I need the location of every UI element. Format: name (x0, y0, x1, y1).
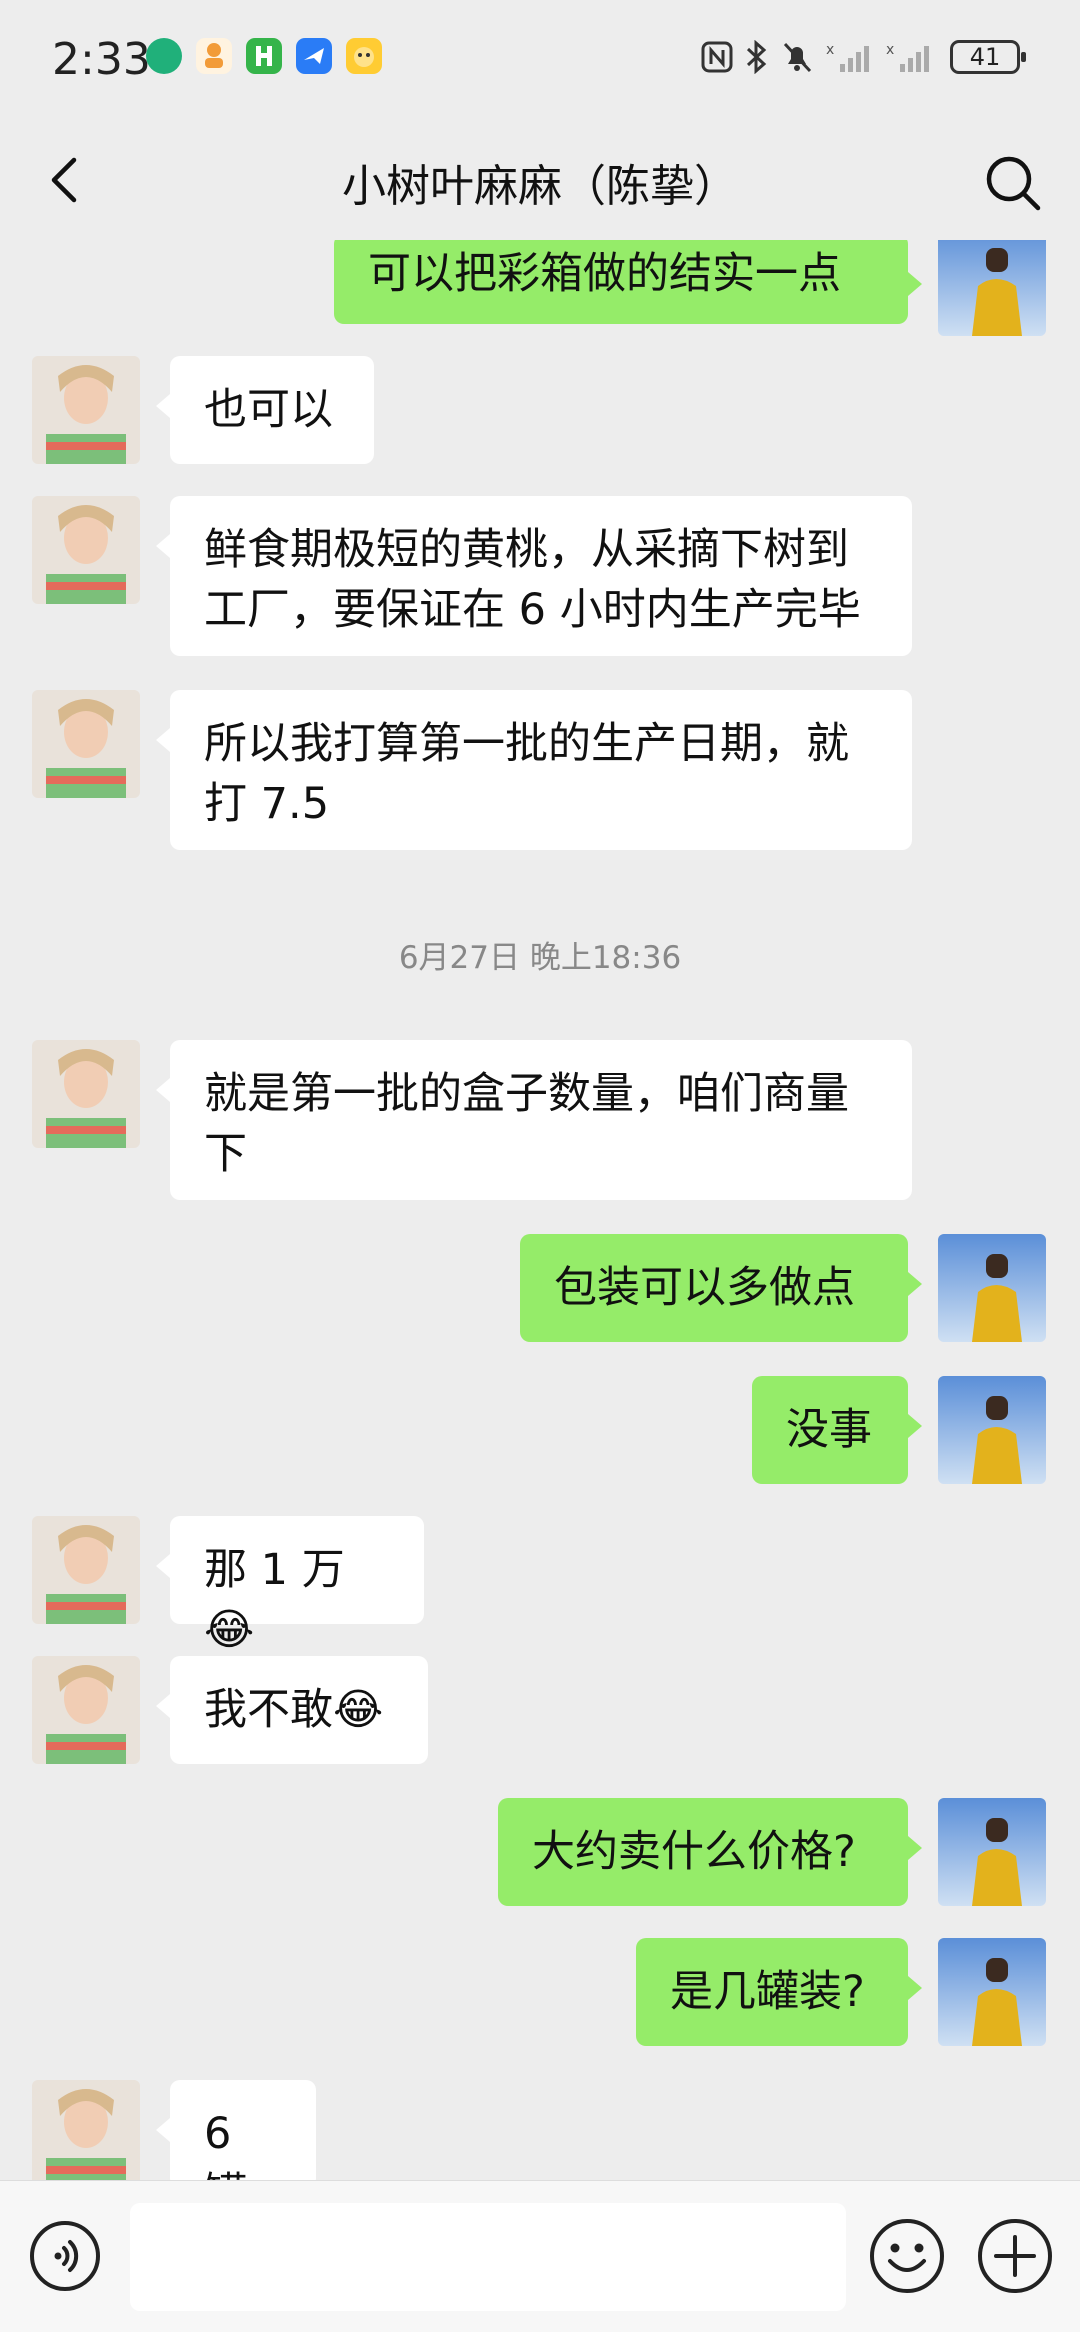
flight-app-icon (296, 38, 332, 74)
incoming-message[interactable]: 也可以 (156, 356, 374, 464)
incoming-message[interactable]: 我不敢😂 (156, 1656, 428, 1764)
app-notification-icon (196, 38, 232, 74)
contact-avatar[interactable] (32, 1040, 140, 1148)
signal-icon: x (826, 42, 869, 72)
my-avatar[interactable] (938, 1376, 1046, 1484)
nfc-icon (701, 41, 733, 73)
message-text: 可以把彩箱做的结实一点 (368, 249, 841, 299)
my-avatar[interactable] (938, 1938, 1046, 2046)
svg-text:x: x (826, 42, 834, 58)
battery-indicator: 41 (950, 40, 1026, 74)
chat-header: 小树叶麻麻（陈挚） (0, 120, 1080, 240)
message-timestamp: 6月27日 晚上18:36 (398, 940, 682, 976)
message-input[interactable] (130, 2203, 846, 2311)
message-text: 没事 (786, 1405, 872, 1455)
message-list[interactable]: 可以把彩箱做的结实一点 也可以 鲜食期极短的黄桃，从采摘下树到工厂，要保证在 6… (0, 240, 1080, 2180)
message-text: 就是第一批的盒子数量，咱们商量下 (204, 1069, 849, 1179)
incoming-message[interactable]: 鲜食期极短的黄桃，从采摘下树到工厂，要保证在 6 小时内生产完毕 (156, 496, 912, 656)
contact-avatar[interactable] (32, 496, 140, 604)
message-text: 6 罐 (204, 2109, 247, 2180)
incoming-message[interactable]: 6 罐 (156, 2080, 316, 2180)
message-text: 那 1 万😂 (204, 1545, 345, 1655)
my-avatar[interactable] (938, 1798, 1046, 1906)
message-text: 也可以 (204, 385, 333, 435)
message-text: 大约卖什么价格? (532, 1827, 856, 1877)
message-text: 是几罐装? (670, 1967, 865, 2017)
incoming-message[interactable]: 那 1 万😂 (156, 1516, 424, 1655)
input-bar (0, 2180, 1080, 2332)
contact-avatar[interactable] (32, 356, 140, 464)
message-text: 我不敢😂 (204, 1685, 384, 1735)
outgoing-message[interactable]: 包装可以多做点 (520, 1234, 922, 1342)
plus-icon[interactable] (976, 2217, 1054, 2295)
contact-avatar[interactable] (32, 690, 140, 798)
incoming-message[interactable]: 就是第一批的盒子数量，咱们商量下 (156, 1040, 912, 1200)
status-bar: 2:33 x x 41 (0, 0, 1080, 120)
outgoing-message[interactable]: 可以把彩箱做的结实一点 (334, 240, 922, 324)
message-text: 包装可以多做点 (554, 1263, 855, 1313)
emoji-icon[interactable] (868, 2217, 946, 2295)
my-avatar[interactable] (938, 1234, 1046, 1342)
contact-avatar[interactable] (32, 1656, 140, 1764)
signal-icon: x (886, 42, 929, 72)
voice-icon[interactable] (28, 2219, 102, 2293)
mute-bell-icon (783, 42, 812, 73)
search-icon[interactable] (980, 150, 1046, 216)
incoming-message[interactable]: 所以我打算第一批的生产日期，就打 7.5 (156, 690, 912, 850)
contact-avatar[interactable] (32, 1516, 140, 1624)
bluetooth-icon (746, 40, 767, 74)
contact-avatar[interactable] (32, 2080, 140, 2180)
my-avatar[interactable] (938, 240, 1046, 336)
app-notification-icon (146, 38, 182, 74)
svg-text:x: x (886, 42, 894, 58)
outgoing-message[interactable]: 大约卖什么价格? (498, 1798, 922, 1906)
chat-title: 小树叶麻麻（陈挚） (342, 161, 738, 212)
app-notification-icon (246, 38, 282, 74)
outgoing-message[interactable]: 没事 (752, 1376, 922, 1484)
message-text: 鲜食期极短的黄桃，从采摘下树到工厂，要保证在 6 小时内生产完毕 (204, 525, 861, 635)
outgoing-message[interactable]: 是几罐装? (636, 1938, 922, 2046)
app-notification-icon (346, 38, 382, 74)
message-text: 所以我打算第一批的生产日期，就打 7.5 (204, 719, 849, 829)
status-time: 2:33 (52, 34, 151, 85)
